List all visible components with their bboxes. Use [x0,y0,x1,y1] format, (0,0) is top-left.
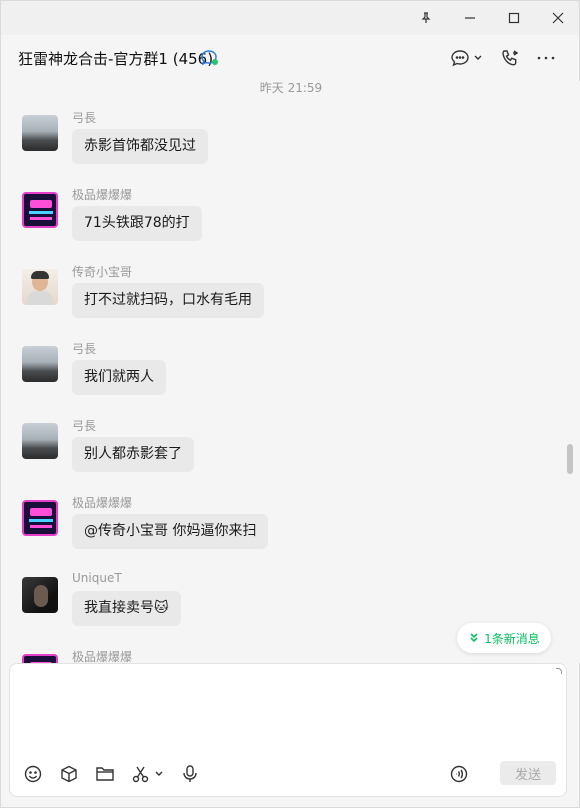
group-chat-icon[interactable] [200,49,220,67]
close-icon[interactable] [536,1,580,35]
chat-title[interactable]: 狂雷神龙合击-官方群1 (456) [18,48,213,69]
message-list[interactable]: 昨天 21:59 弓長 赤影首饰都没见过 极品爆爆爆 71头铁跟78的打 传奇小… [1,81,580,663]
sender-name[interactable]: 极品爆爆爆 [72,494,132,511]
new-messages-label: 1条新消息 [484,631,540,646]
message-input-area: 发送 [9,663,567,797]
message-input[interactable] [22,674,552,754]
phone-video-icon[interactable] [501,45,521,71]
chat-window: 狂雷神龙合击-官方群1 (456) 昨天 21:59 弓長 赤影首饰都没见过 极… [0,0,580,808]
sender-name[interactable]: 极品爆爆爆 [72,648,132,663]
new-messages-button[interactable]: 1条新消息 [457,623,551,653]
scissors-icon[interactable] [132,762,166,786]
double-chevron-down-icon [470,633,478,643]
avatar[interactable] [22,192,58,228]
title-bar [1,1,579,35]
voice-icon[interactable] [450,762,468,786]
sender-name[interactable]: 弓長 [72,109,96,126]
minimize-icon[interactable] [448,1,492,35]
sender-name[interactable]: UniqueT [72,571,122,585]
avatar[interactable] [22,115,58,151]
message-bubble[interactable]: 71头铁跟78的打 [72,206,202,241]
avatar[interactable] [22,500,58,536]
avatar[interactable] [22,654,58,663]
message-bubble[interactable]: 打不过就扫码，口水有毛用 [72,283,264,318]
pin-icon[interactable] [404,1,448,35]
more-icon[interactable] [537,45,555,71]
comment-dropdown-icon[interactable] [451,45,483,71]
avatar[interactable] [22,423,58,459]
sender-name[interactable]: 弓長 [72,340,96,357]
message-bubble[interactable]: 别人都赤影套了 [72,437,194,472]
message-bubble[interactable]: @传奇小宝哥 你妈逼你来扫 [72,514,269,549]
sender-name[interactable]: 极品爆爆爆 [72,186,132,203]
box-icon[interactable] [60,762,78,786]
avatar[interactable] [22,577,58,613]
avatar[interactable] [22,346,58,382]
timestamp: 昨天 21:59 [259,81,323,95]
message-bubble[interactable]: 我直接卖号🐱 [72,591,181,626]
message-bubble[interactable]: 我们就两人 [72,360,166,395]
chat-header: 狂雷神龙合击-官方群1 (456) [1,35,579,81]
message-bubble[interactable]: 赤影首饰都没见过 [72,129,208,164]
send-button[interactable]: 发送 [500,761,556,785]
resize-handle[interactable] [556,668,562,674]
sender-name[interactable]: 传奇小宝哥 [72,263,132,280]
emoji-icon[interactable] [24,762,42,786]
sender-name[interactable]: 弓長 [72,417,96,434]
scrollbar-thumb[interactable] [567,444,573,474]
avatar[interactable] [22,269,58,305]
microphone-icon[interactable] [182,762,198,786]
folder-icon[interactable] [95,762,115,786]
maximize-icon[interactable] [492,1,536,35]
